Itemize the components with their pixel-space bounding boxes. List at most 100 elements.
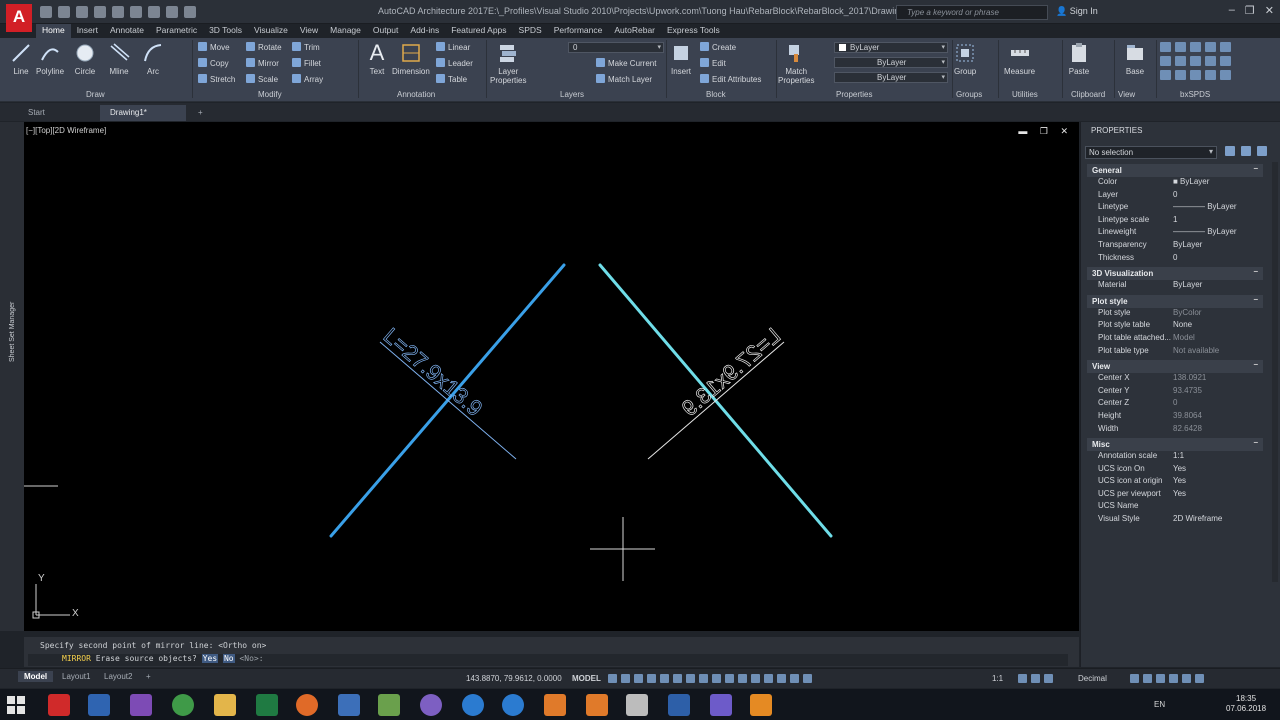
selection-filter-icon[interactable] [764,674,773,683]
auto-scale-icon[interactable] [803,674,812,683]
ribbon-tab-featured-apps[interactable]: Featured Apps [445,24,512,38]
section-general[interactable]: General [1087,164,1263,177]
layout1-tab[interactable]: Layout1 [56,671,96,682]
annotation-scale[interactable]: 1:1 [992,674,1003,683]
ribbon-tab-output[interactable]: Output [367,24,405,38]
option-yes[interactable]: Yes [202,654,218,663]
linetype-dropdown[interactable]: ByLayer [834,57,948,68]
input-language[interactable]: EN [1154,700,1165,709]
scale-button[interactable]: Scale [246,74,278,84]
undo-icon[interactable] [130,6,142,18]
utilities-panel-label[interactable]: Utilities [1012,90,1038,99]
array-button[interactable]: Array [292,74,323,84]
grid-icon[interactable] [608,674,617,683]
rotate-button[interactable]: Rotate [246,42,282,52]
dimension-button[interactable]: Dimension [392,42,430,76]
property-row[interactable]: Plot table typeNot available [1087,346,1263,359]
make-current-button[interactable]: Make Current [596,58,656,68]
bxspds-tool-icon[interactable] [1175,70,1186,80]
bxspds-tool-icon[interactable] [1190,56,1201,66]
file-explorer-icon[interactable] [214,694,236,716]
ribbon-tab-add-ins[interactable]: Add-ins [404,24,445,38]
property-value[interactable]: Yes [1173,464,1263,477]
property-row[interactable]: Center X138.0921 [1087,373,1263,386]
teamviewer-icon[interactable] [462,694,484,716]
select-objects-icon[interactable] [1241,146,1251,156]
bxspds-tool-icon[interactable] [1160,70,1171,80]
close-icon[interactable]: ✕ [1265,4,1274,17]
bxspds-tool-icon[interactable] [1190,42,1201,52]
minimize-icon[interactable]: – [1229,4,1235,17]
circle-button[interactable]: Circle [74,42,96,76]
snap-icon[interactable] [621,674,630,683]
property-row[interactable]: Linetype———— ByLayer [1087,202,1263,215]
transparency-icon[interactable] [712,674,721,683]
app-taskbar-icon-4[interactable] [502,694,524,716]
new-icon[interactable] [40,6,52,18]
property-value[interactable]: ■ ByLayer [1173,177,1263,190]
section-misc[interactable]: Misc [1087,438,1263,451]
start-tab[interactable]: Start [18,105,55,121]
property-value[interactable]: 1 [1173,215,1263,228]
firefox-icon[interactable] [296,694,318,716]
view-panel-label[interactable]: View [1118,90,1135,99]
chrome-icon[interactable] [172,694,194,716]
save-icon[interactable] [76,6,88,18]
settings-gear-icon[interactable] [1018,674,1027,683]
lock-ui-icon[interactable] [1143,674,1152,683]
bxspds-tool-icon[interactable] [1220,56,1231,66]
quick-select-icon[interactable] [1257,146,1267,156]
ribbon-tab-manage[interactable]: Manage [324,24,367,38]
property-value[interactable]: 0 [1173,253,1263,266]
app-taskbar-icon-7[interactable] [626,694,648,716]
selection-cycling-icon[interactable] [725,674,734,683]
property-row[interactable]: UCS Name [1087,501,1263,514]
property-row[interactable]: Color■ ByLayer [1087,177,1263,190]
excel-icon[interactable] [256,694,278,716]
drawing-canvas[interactable]: L=27.9x13.9 L=27.9x13.9 Y X [24,122,1079,631]
property-row[interactable]: Plot table attached...Model [1087,333,1263,346]
property-row[interactable]: Layer0 [1087,190,1263,203]
groups-panel-label[interactable]: Groups [956,90,982,99]
command-input[interactable]: MIRROR Erase source objects? Yes No <No>… [28,654,1068,666]
search-input[interactable]: Type a keyword or phrase [896,5,1048,20]
property-row[interactable]: Height39.8064 [1087,411,1263,424]
3d-osnap-icon[interactable] [738,674,747,683]
viewport-controls-label[interactable]: [−][Top][2D Wireframe] [26,126,106,135]
isolate-objects-icon[interactable] [1156,674,1165,683]
mirror-button[interactable]: Mirror [246,58,279,68]
object-snap-icon[interactable] [686,674,695,683]
annotation-panel-label[interactable]: Annotation [397,90,435,99]
word-icon[interactable] [668,694,690,716]
maximize-icon[interactable]: ❐ [1245,4,1255,17]
save-as-icon[interactable] [94,6,106,18]
bxspds-tool-icon[interactable] [1160,42,1171,52]
property-value[interactable] [1173,501,1263,514]
lineweight-dropdown[interactable]: ByLayer [834,72,948,83]
object-snap-tracking-icon[interactable] [673,674,682,683]
ribbon-tab-home[interactable]: Home [36,24,71,38]
layout2-tab[interactable]: Layout2 [98,671,138,682]
add-scale-icon[interactable] [1031,674,1040,683]
property-row[interactable]: UCS per viewportYes [1087,489,1263,502]
app-taskbar-icon[interactable] [88,694,110,716]
sheet-set-manager-tab[interactable]: Sheet Set Manager [9,302,16,362]
property-row[interactable]: Plot style tableNone [1087,320,1263,333]
ribbon-tab-view[interactable]: View [294,24,324,38]
workspace-icon[interactable] [184,6,196,18]
lineweight-icon[interactable] [699,674,708,683]
property-row[interactable]: UCS icon at originYes [1087,476,1263,489]
property-row[interactable]: Lineweight———— ByLayer [1087,227,1263,240]
app-taskbar-icon-8[interactable] [710,694,732,716]
ribbon-tab-insert[interactable]: Insert [71,24,104,38]
section-plot-style[interactable]: Plot style [1087,295,1263,308]
annotation-visibility-icon[interactable] [790,674,799,683]
windows-start-icon[interactable] [6,695,26,715]
new-layout-button[interactable]: + [140,671,157,682]
properties-scrollbar[interactable] [1272,162,1278,582]
arc-button[interactable]: Arc [142,42,164,76]
bxspds-tool-icon[interactable] [1175,56,1186,66]
edit-block-button[interactable]: Edit [700,58,726,68]
property-value[interactable]: 1:1 [1173,451,1263,464]
stretch-button[interactable]: Stretch [198,74,235,84]
